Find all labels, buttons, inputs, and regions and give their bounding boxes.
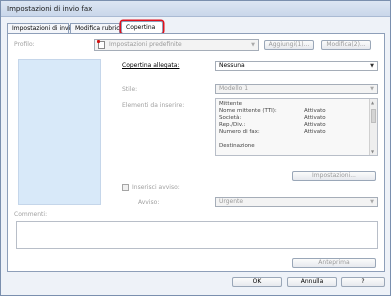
insert-notice-label: Inserisci avviso: <box>132 184 180 191</box>
items-scrollbar[interactable]: ▲ ▼ <box>369 99 377 155</box>
chevron-down-icon: ▼ <box>370 86 374 92</box>
edit-profile-button[interactable]: Modifica(2)... <box>321 40 371 50</box>
comments-textarea[interactable] <box>16 221 378 249</box>
style-label: Stile: <box>122 86 138 93</box>
chevron-down-icon: ▼ <box>251 42 255 48</box>
tab-edit-addressbook[interactable]: Modifica rubrica <box>70 23 124 33</box>
list-item-value: Attivato <box>304 115 326 121</box>
cover-attached-label: Copertina allegata: <box>122 62 180 69</box>
ok-button[interactable]: OK <box>232 277 282 287</box>
notice-select[interactable]: Urgente ▼ <box>215 197 378 207</box>
tab-label: Impostazioni di invio <box>12 25 74 32</box>
style-value: Modello 1 <box>219 85 249 92</box>
profile-label: Profilo: <box>14 41 35 48</box>
items-label: Elementi da inserire: <box>122 102 185 109</box>
tab-label: Copertina <box>126 24 156 31</box>
tab-label: Modifica rubrica <box>75 25 124 32</box>
cancel-button[interactable]: Annulla <box>287 277 337 287</box>
cover-attached-value: Nessuna <box>219 62 245 69</box>
tab-cover-page[interactable]: Copertina <box>121 21 163 33</box>
list-item: Nome mittente (TTI): <box>219 108 277 114</box>
list-item: Mittente <box>219 101 242 107</box>
scroll-thumb[interactable] <box>371 109 376 123</box>
scroll-up-icon[interactable]: ▲ <box>371 100 374 105</box>
chevron-down-icon: ▼ <box>370 63 374 69</box>
list-item: Destinazione <box>219 143 255 149</box>
add-profile-button[interactable]: Aggiungi(1)... <box>264 40 314 50</box>
comments-label: Commenti: <box>14 211 48 218</box>
list-item: Società: <box>219 115 242 121</box>
preview-button[interactable]: Anteprima <box>292 258 376 268</box>
profile-select[interactable]: Impostazioni predefinite ▼ <box>94 39 259 51</box>
profile-value: Impostazioni predefinite <box>109 41 182 48</box>
list-item: Numero di fax: <box>219 129 260 135</box>
list-item-value: Attivato <box>304 122 326 128</box>
list-item-value: Attivato <box>304 129 326 135</box>
window-title: Impostazioni di invio fax <box>7 5 93 13</box>
items-list[interactable]: Mittente Nome mittente (TTI): Attivato S… <box>215 98 378 156</box>
cover-attached-select[interactable]: Nessuna ▼ <box>215 61 378 71</box>
cover-page-panel: Profilo: Impostazioni predefinite ▼ Aggi… <box>7 33 385 272</box>
profile-icon <box>97 40 105 49</box>
tab-send-settings[interactable]: Impostazioni di invio <box>7 23 74 33</box>
list-item-value: Attivato <box>304 108 326 114</box>
notice-value: Urgente <box>219 198 244 205</box>
insert-notice-checkbox[interactable] <box>122 184 129 191</box>
title-bar: Impostazioni di invio fax <box>1 1 390 17</box>
scroll-down-icon[interactable]: ▼ <box>371 149 374 154</box>
settings-button[interactable]: Impostazioni... <box>292 171 376 181</box>
chevron-down-icon: ▼ <box>370 199 374 205</box>
cover-preview <box>18 59 101 205</box>
help-button[interactable]: ? <box>341 277 385 287</box>
list-item: Rep./Div.: <box>219 122 246 128</box>
notice-label: Avviso: <box>138 199 160 206</box>
fax-settings-window: Impostazioni di invio fax Impostazioni d… <box>0 0 391 296</box>
style-select[interactable]: Modello 1 ▼ <box>215 84 378 94</box>
